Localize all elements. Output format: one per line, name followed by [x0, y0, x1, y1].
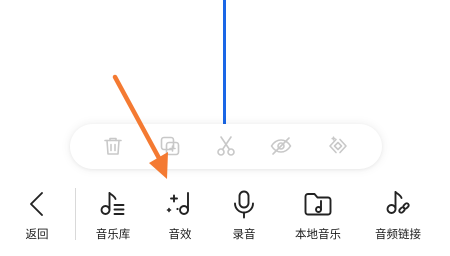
hide-button[interactable] — [269, 134, 293, 158]
sound-effect-label: 音效 — [168, 227, 192, 241]
audio-effect-button[interactable] — [326, 134, 350, 158]
record-button[interactable]: 录音 — [222, 180, 266, 244]
scissors-icon — [217, 136, 235, 156]
split-button[interactable] — [214, 134, 238, 158]
clip-edit-toolbar — [70, 124, 382, 169]
trash-icon — [104, 137, 122, 155]
copy-icon — [160, 136, 180, 156]
audio-effect-icon — [329, 136, 347, 154]
back-button[interactable]: 返回 — [20, 180, 54, 244]
local-music-folder-icon — [304, 193, 332, 216]
audio-link-label: 音频链接 — [375, 227, 421, 241]
timeline-playhead[interactable] — [223, 0, 226, 124]
record-label: 录音 — [232, 227, 256, 241]
audio-link-button[interactable]: 音频链接 — [368, 180, 428, 244]
microphone-icon — [234, 190, 254, 219]
audio-link-icon — [386, 191, 410, 214]
sound-effect-icon — [166, 192, 189, 215]
local-music-label: 本地音乐 — [295, 227, 341, 241]
back-label: 返回 — [25, 227, 49, 241]
eye-off-icon — [270, 137, 292, 155]
copy-button[interactable] — [158, 134, 182, 158]
local-music-button[interactable]: 本地音乐 — [288, 180, 348, 244]
sound-effect-button[interactable]: 音效 — [158, 180, 202, 244]
audio-editor-screen: 返回 音乐库 音效 录音 本地音乐 音频链接 — [0, 0, 450, 256]
music-library-button[interactable]: 音乐库 — [88, 180, 138, 244]
music-library-icon — [100, 192, 125, 215]
delete-button[interactable] — [101, 134, 125, 158]
toolbar-divider — [75, 188, 76, 240]
music-library-label: 音乐库 — [95, 227, 131, 241]
bottom-audio-toolbar: 返回 音乐库 音效 录音 本地音乐 音频链接 — [0, 180, 450, 256]
chevron-left-icon — [30, 192, 43, 216]
